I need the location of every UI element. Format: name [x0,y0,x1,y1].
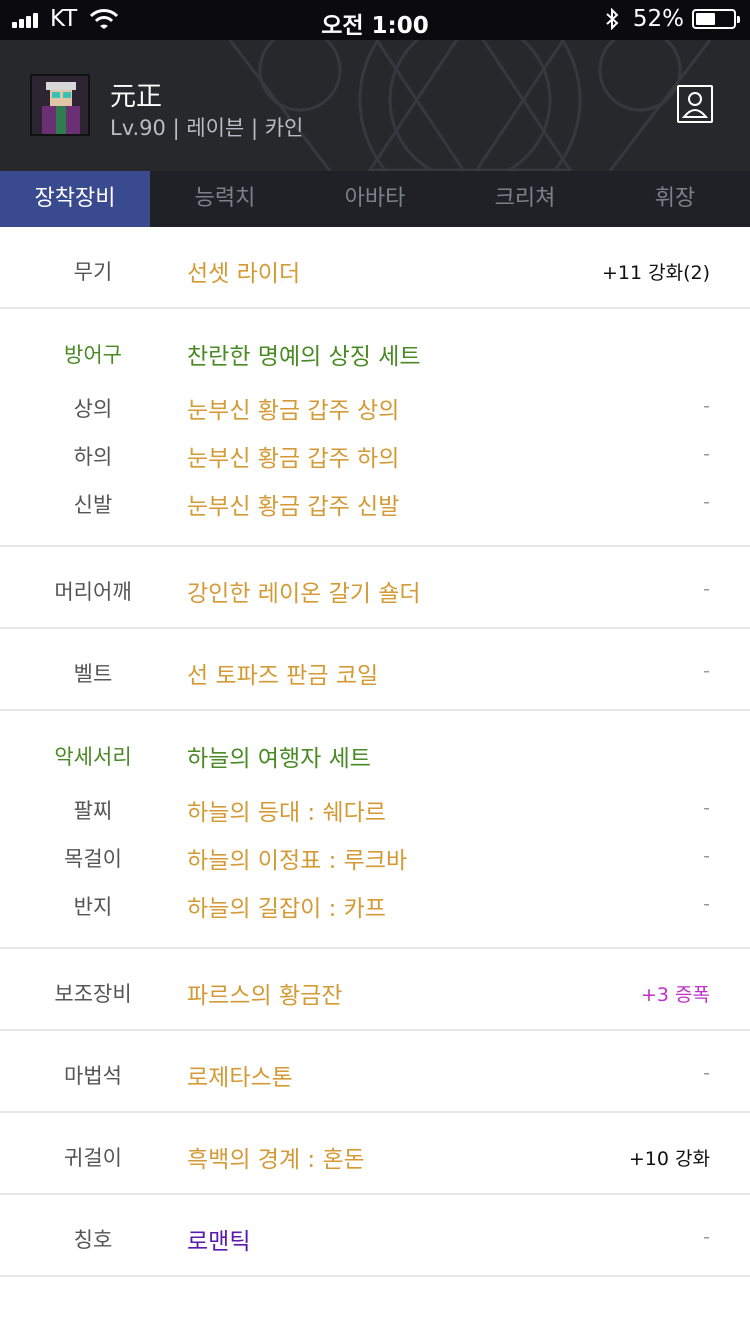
battery-level [696,13,715,25]
item-name[interactable]: 눈부신 황금 갑주 하의 [187,439,399,473]
reinforce-value: - [703,660,710,682]
item-name[interactable]: 하늘의 길잡이 : 카프 [187,889,386,923]
item-name[interactable]: 흑백의 경계 : 혼돈 [187,1140,365,1174]
equipment-row-top[interactable]: 상의 눈부신 황금 갑주 상의 - [0,381,750,429]
slot-label: 목걸이 [64,847,122,871]
slot-label: 귀걸이 [64,1146,122,1170]
item-name[interactable]: 로맨틱 [187,1222,250,1256]
item-name[interactable]: 파르스의 황금잔 [187,976,342,1010]
equipment-row-earring[interactable]: 귀걸이 흑백의 경계 : 혼돈 +10 강화 [0,1130,750,1178]
slot-label: 팔찌 [73,799,113,823]
slot-label: 보조장비 [54,982,132,1006]
accessory-set-row[interactable]: 악세서리 하늘의 여행자 세트 [0,729,750,777]
slot-label: 방어구 [64,343,122,367]
amplify-value: +3 증폭 [640,984,710,1006]
equipment-row-shoulder[interactable]: 머리어깨 강인한 레이온 갈기 숄더 - [0,564,750,612]
slot-label: 머리어깨 [54,580,132,604]
bluetooth-icon [606,8,619,30]
equipment-row-weapon[interactable]: 무기 선셋 라이더 +11 강화(2) [0,244,750,292]
item-name[interactable]: 눈부신 황금 갑주 상의 [187,391,399,425]
reinforce-value: +11 강화(2) [601,262,710,284]
battery-percent: 52% [632,6,684,32]
equipment-row-belt[interactable]: 벨트 선 토파즈 판금 코일 - [0,646,750,694]
reinforce-value: - [703,395,710,417]
character-header: 元正 Lv.90 | 레이븐 | 카인 [0,40,750,171]
weapon-section: 무기 선셋 라이더 +11 강화(2) [0,227,750,309]
slot-label: 하의 [73,445,113,469]
character-name: 元正 [110,82,163,112]
slot-label: 악세서리 [54,745,132,769]
item-name[interactable]: 선셋 라이더 [187,254,300,288]
armor-section: 방어구 찬란한 명예의 상징 세트 상의 눈부신 황금 갑주 상의 - 하의 눈… [0,309,750,547]
equipment-row-sub[interactable]: 보조장비 파르스의 황금잔 +3 증폭 [0,966,750,1014]
item-name[interactable]: 하늘의 등대 : 쉐다르 [187,793,386,827]
magic-stone-section: 마법석 로제타스톤 - [0,1031,750,1113]
belt-section: 벨트 선 토파즈 판금 코일 - [0,629,750,711]
tab-emblem[interactable]: 휘장 [600,171,750,227]
tab-bar: 장착장비 능력치 아바타 크리쳐 휘장 [0,171,750,227]
item-name[interactable]: 눈부신 황금 갑주 신발 [187,487,399,521]
tab-equipment[interactable]: 장착장비 [0,171,150,227]
character-level-info: Lv.90 | 레이븐 | 카인 [110,116,304,140]
equipment-row-necklace[interactable]: 목걸이 하늘의 이정표 : 루크바 - [0,831,750,879]
armor-set-row[interactable]: 방어구 찬란한 명예의 상징 세트 [0,327,750,375]
equipment-row-bracelet[interactable]: 팔찌 하늘의 등대 : 쉐다르 - [0,783,750,831]
slot-label: 칭호 [73,1228,113,1252]
reinforce-value: - [703,578,710,600]
item-name[interactable]: 로제타스톤 [187,1058,293,1092]
slot-label: 마법석 [64,1064,122,1088]
reinforce-value: - [703,1062,710,1084]
tab-creature[interactable]: 크리쳐 [450,171,600,227]
reinforce-value: - [703,491,710,513]
reinforce-value: +10 강화 [628,1148,710,1170]
set-name[interactable]: 하늘의 여행자 세트 [187,739,371,773]
shoulder-section: 머리어깨 강인한 레이온 갈기 숄더 - [0,547,750,629]
set-name[interactable]: 찬란한 명예의 상징 세트 [187,337,421,371]
accessory-section: 악세서리 하늘의 여행자 세트 팔찌 하늘의 등대 : 쉐다르 - 목걸이 하늘… [0,711,750,949]
reinforce-value: - [703,893,710,915]
equipment-row-title[interactable]: 칭호 로맨틱 - [0,1212,750,1260]
item-name[interactable]: 선 토파즈 판금 코일 [187,656,378,690]
reinforce-value: - [703,797,710,819]
tab-avatar[interactable]: 아바타 [300,171,450,227]
equipment-row-shoes[interactable]: 신발 눈부신 황금 갑주 신발 - [0,477,750,525]
slot-label: 상의 [73,397,113,421]
slot-label: 반지 [73,895,113,919]
slot-label: 벨트 [73,662,113,686]
equipment-row-magic-stone[interactable]: 마법석 로제타스톤 - [0,1048,750,1096]
battery-icon [692,9,740,29]
slot-label: 무기 [73,260,113,284]
sub-equipment-section: 보조장비 파르스의 황금잔 +3 증폭 [0,949,750,1031]
equipment-row-ring[interactable]: 반지 하늘의 길잡이 : 카프 - [0,879,750,927]
earring-section: 귀걸이 흑백의 경계 : 혼돈 +10 강화 [0,1113,750,1195]
title-section: 칭호 로맨틱 - [0,1195,750,1277]
profile-card-icon[interactable] [677,85,713,123]
equipment-row-bottom[interactable]: 하의 눈부신 황금 갑주 하의 - [0,429,750,477]
item-name[interactable]: 하늘의 이정표 : 루크바 [187,841,407,875]
status-bar: KT 오전 1:00 52% [0,0,750,40]
item-name[interactable]: 강인한 레이온 갈기 숄더 [187,574,421,608]
reinforce-value: - [703,1226,710,1248]
reinforce-value: - [703,443,710,465]
equipment-list: 무기 선셋 라이더 +11 강화(2) 방어구 찬란한 명예의 상징 세트 상의… [0,227,750,1277]
tab-stats[interactable]: 능력치 [150,171,300,227]
slot-label: 신발 [73,493,113,517]
avatar[interactable] [30,74,90,136]
reinforce-value: - [703,845,710,867]
